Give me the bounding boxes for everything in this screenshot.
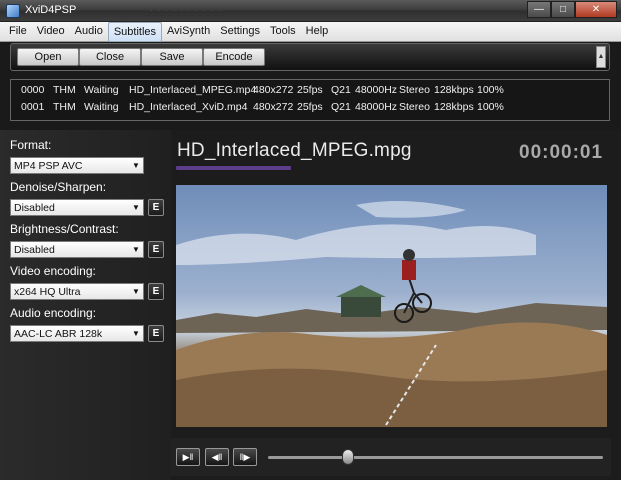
toolbar: Open Close Save Encode ▲ xyxy=(10,43,610,71)
denoise-label: Denoise/Sharpen: xyxy=(10,180,107,194)
title-blurred-text: · · · · · · · · · · xyxy=(150,5,222,15)
encode-button[interactable]: Encode xyxy=(203,48,265,66)
chevron-down-icon: ▼ xyxy=(132,329,140,338)
format-select[interactable]: MP4 PSP AVC ▼ xyxy=(10,157,144,174)
toolbar-scroll-up-icon[interactable]: ▲ xyxy=(596,46,606,68)
denoise-select[interactable]: Disabled ▼ xyxy=(10,199,144,216)
preview-progress-bar xyxy=(176,166,291,170)
title-bar: XviD4PSP · · · · · · · · · · — □ ✕ xyxy=(0,0,621,22)
brightness-edit-button[interactable]: E xyxy=(148,241,164,258)
menu-subtitles[interactable]: Subtitles xyxy=(107,22,163,42)
seek-bar[interactable] xyxy=(268,456,603,459)
app-icon xyxy=(6,4,20,18)
chevron-down-icon: ▼ xyxy=(132,287,140,296)
frame-back-button[interactable]: ◀‖ xyxy=(205,448,229,466)
minimize-button[interactable]: — xyxy=(527,1,551,18)
menu-video[interactable]: Video xyxy=(32,22,70,42)
video-encoding-select[interactable]: x264 HQ Ultra ▼ xyxy=(10,283,144,300)
chevron-down-icon: ▼ xyxy=(132,203,140,212)
task-list[interactable]: 0000 THM Waiting HD_Interlaced_MPEG.mp4 … xyxy=(10,79,610,121)
format-label: Format: xyxy=(10,138,52,152)
audio-encoding-label: Audio encoding: xyxy=(10,306,97,320)
play-pause-button[interactable]: ▶‖ xyxy=(176,448,200,466)
audio-encoding-edit-button[interactable]: E xyxy=(148,325,164,342)
brightness-label: Brightness/Contrast: xyxy=(10,222,119,236)
video-encoding-label: Video encoding: xyxy=(10,264,96,278)
preview-timecode: 00:00:01 xyxy=(519,142,604,163)
menu-file[interactable]: File xyxy=(4,22,32,42)
preview-filename: HD_Interlaced_MPEG.mpg xyxy=(177,140,412,161)
menu-settings[interactable]: Settings xyxy=(215,22,265,42)
menu-bar: File Video Audio Subtitles AviSynth Sett… xyxy=(0,22,621,42)
brightness-select[interactable]: Disabled ▼ xyxy=(10,241,144,258)
open-button[interactable]: Open xyxy=(17,48,79,66)
menu-tools[interactable]: Tools xyxy=(265,22,301,42)
save-button[interactable]: Save xyxy=(141,48,203,66)
denoise-edit-button[interactable]: E xyxy=(148,199,164,216)
frame-forward-button[interactable]: ‖▶ xyxy=(233,448,257,466)
task-row[interactable]: 0001 THM Waiting HD_Interlaced_XviD.mp4 … xyxy=(21,101,504,117)
menu-avisynth[interactable]: AviSynth xyxy=(162,22,215,42)
close-window-button[interactable]: ✕ xyxy=(575,1,617,18)
window-title: XviD4PSP xyxy=(25,4,77,16)
maximize-button[interactable]: □ xyxy=(551,1,575,18)
video-frame[interactable] xyxy=(176,185,607,427)
menu-help[interactable]: Help xyxy=(301,22,334,42)
chevron-down-icon: ▼ xyxy=(132,245,140,254)
video-encoding-edit-button[interactable]: E xyxy=(148,283,164,300)
video-frame-image xyxy=(176,201,607,427)
close-button[interactable]: Close xyxy=(79,48,141,66)
task-row[interactable]: 0000 THM Waiting HD_Interlaced_MPEG.mp4 … xyxy=(21,84,504,100)
audio-encoding-select[interactable]: AAC-LC ABR 128k ▼ xyxy=(10,325,144,342)
seek-thumb[interactable] xyxy=(342,449,355,465)
chevron-down-icon: ▼ xyxy=(132,161,140,170)
menu-audio[interactable]: Audio xyxy=(70,22,108,42)
